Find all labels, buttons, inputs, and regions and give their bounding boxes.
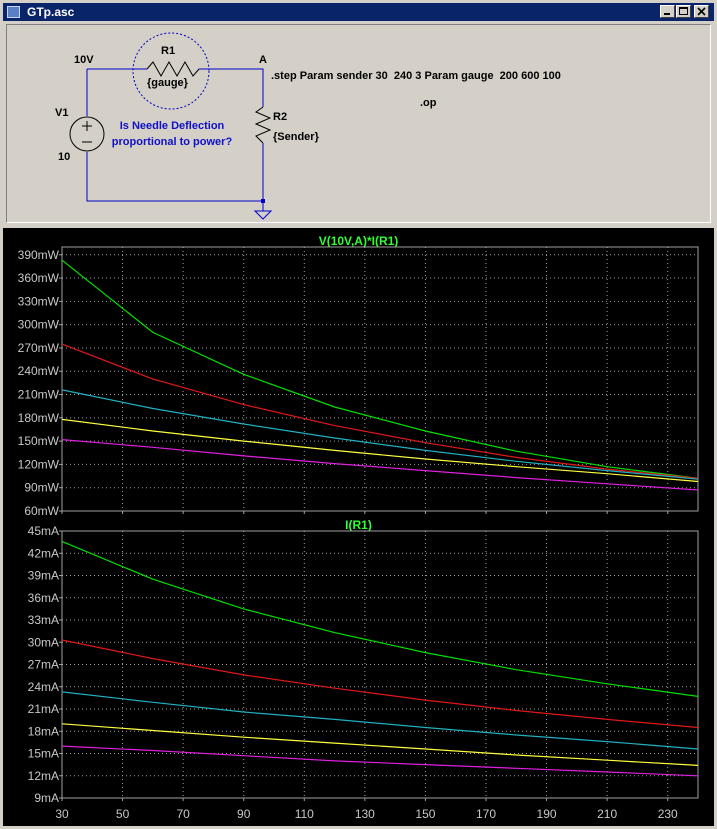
title-bar[interactable]: GTp.asc	[3, 3, 714, 21]
y-tick-label: 150mW	[18, 434, 60, 448]
y-tick-label: 300mW	[18, 318, 60, 332]
x-tick-label: 30	[55, 807, 69, 821]
r2-value-label: {Sender}	[273, 131, 319, 143]
x-tick-label: 170	[476, 807, 496, 821]
y-tick-label: 120mW	[18, 457, 60, 471]
v1-name-label: V1	[55, 107, 69, 119]
r2-name-label: R2	[273, 111, 288, 123]
node-label-10v: 10V	[74, 54, 94, 66]
y-tick-label: 21mA	[28, 702, 59, 716]
plot-frame	[61, 246, 699, 512]
y-tick-label: 27mA	[28, 658, 59, 672]
trace-line-2	[61, 639, 699, 729]
r1-value-label: {gauge}	[147, 77, 188, 89]
y-tick-label: 360mW	[18, 271, 60, 285]
y-tick-label: 60mW	[24, 504, 59, 518]
trace-line-3	[61, 691, 699, 750]
x-tick-label: 50	[116, 807, 130, 821]
x-tick-label: 190	[537, 807, 557, 821]
trace-line-4	[61, 418, 699, 483]
trace-line-1	[61, 540, 699, 697]
ground-icon	[253, 210, 273, 220]
waveform-viewer[interactable]: V(10V,A)*I(R1) I(R1) 60mW 90mW 120mW 150mW 1…	[3, 228, 714, 826]
minimize-icon	[664, 13, 670, 15]
y-tick-label: 42mA	[28, 546, 59, 560]
minimize-button[interactable]	[660, 5, 675, 18]
y-tick-label: 36mA	[28, 591, 59, 605]
x-tick-label: 150	[415, 807, 435, 821]
trace-line-1	[61, 259, 699, 479]
y-tick-label: 33mA	[28, 613, 59, 627]
y-tick-label: 12mA	[28, 769, 59, 783]
x-tick-label: 210	[597, 807, 617, 821]
y-tick-label: 270mW	[18, 341, 60, 355]
y-tick-label: 15mA	[28, 747, 59, 761]
v1-polarity-marks	[82, 121, 92, 143]
comment-line-1: Is Needle Deflection	[119, 120, 225, 132]
step-directive[interactable]: .step Param sender 30 240 3 Param gauge …	[271, 70, 561, 83]
y-tick-label: 30mA	[28, 635, 59, 649]
wire-v1-return	[86, 152, 263, 202]
x-tick-label: 90	[237, 807, 251, 821]
waveform-plots[interactable]: 60mW 90mW 120mW 150mW 180mW 210mW 240mW 270mW 30…	[3, 228, 714, 826]
trace-line-5	[61, 745, 699, 777]
trace-line-4	[61, 723, 699, 766]
maximize-icon	[679, 7, 688, 15]
ground-node-dot	[261, 199, 265, 203]
y-tick-label: 45mA	[28, 524, 59, 538]
y-tick-label: 9mA	[34, 791, 59, 805]
trace-line-2	[61, 343, 699, 479]
v1-value-label: 10	[58, 151, 71, 163]
y-tick-label: 39mA	[28, 569, 59, 583]
close-icon	[697, 7, 706, 16]
comment-line-2: proportional to power?	[111, 136, 233, 148]
wire-r1-a-r2	[199, 68, 264, 107]
r1-name-label: R1	[161, 45, 176, 57]
y-tick-label: 90mW	[24, 481, 59, 495]
schematic-pane[interactable]: 10V A R1 {gauge} R2 {Sender} V1 10 Is Ne…	[6, 24, 711, 223]
y-tick-label: 18mA	[28, 724, 59, 738]
y-tick-label: 390mW	[18, 248, 60, 262]
x-tick-label: 70	[176, 807, 190, 821]
r2-resistor-icon	[254, 106, 272, 144]
window-title: GTp.asc	[27, 5, 75, 19]
y-tick-label: 330mW	[18, 294, 60, 308]
x-tick-label: 110	[295, 807, 314, 821]
x-tick-label: 230	[658, 807, 678, 821]
y-tick-label: 210mW	[18, 388, 60, 402]
y-tick-label: 240mW	[18, 364, 60, 378]
y-tick-label: 180mW	[18, 411, 60, 425]
r1-resistor-icon	[146, 60, 200, 78]
y-tick-label: 24mA	[28, 680, 59, 694]
x-tick-label: 130	[355, 807, 375, 821]
schematic-file-icon	[7, 6, 20, 18]
op-directive[interactable]: .op	[420, 97, 437, 110]
close-button[interactable]	[694, 5, 709, 18]
node-label-a: A	[259, 54, 267, 66]
maximize-button[interactable]	[676, 5, 691, 18]
